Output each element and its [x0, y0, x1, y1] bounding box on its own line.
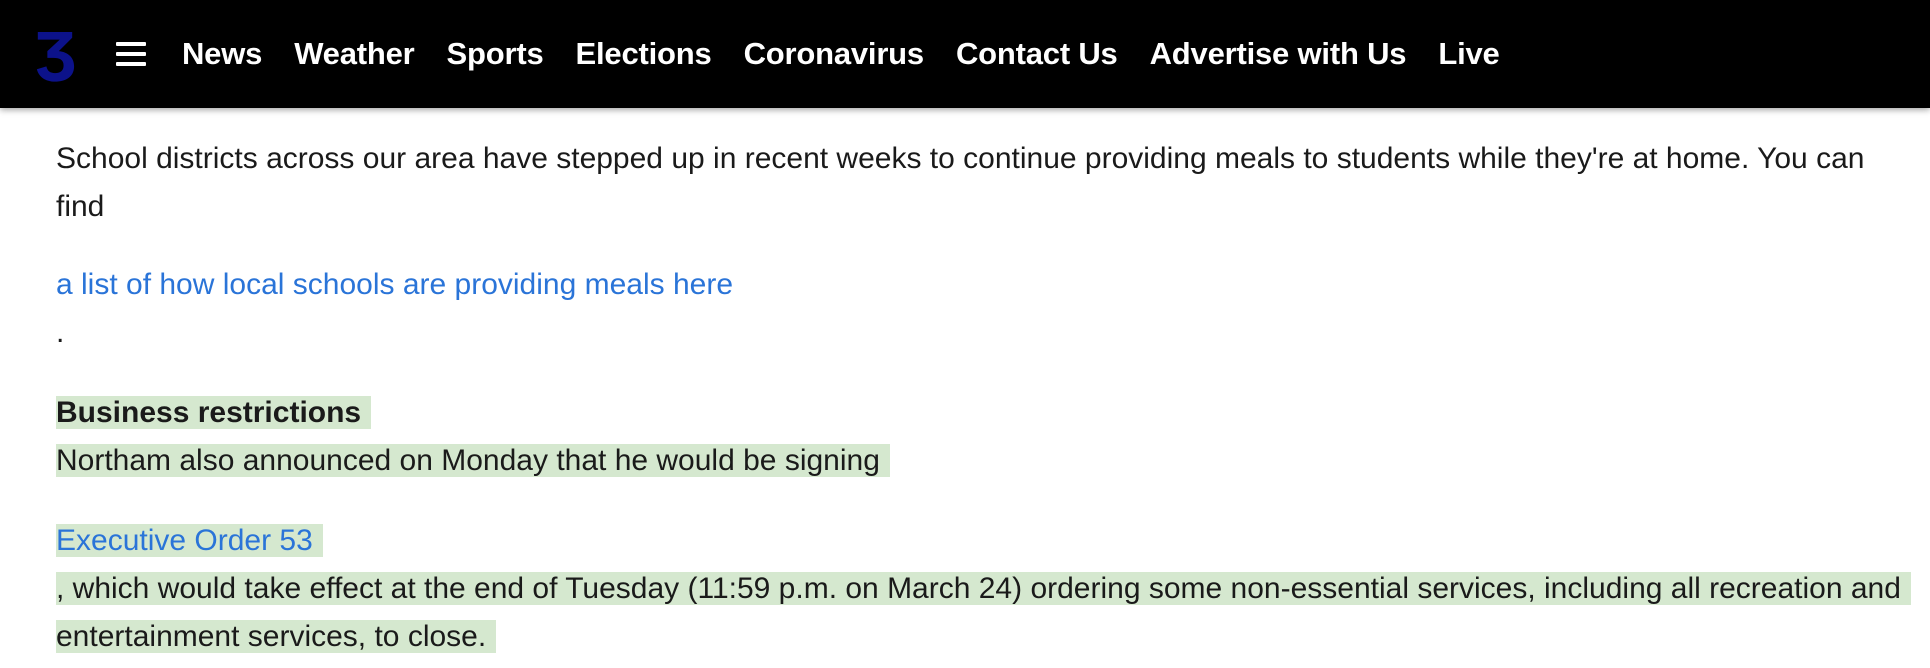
- school-meals-link[interactable]: a list of how local schools are providin…: [56, 268, 733, 301]
- nav-advertise[interactable]: Advertise with Us: [1150, 36, 1407, 72]
- business-restrictions-block: Business restrictions Northam also annou…: [56, 389, 1916, 485]
- meals-paragraph: School districts across our area have st…: [56, 142, 1865, 223]
- section-heading: Business restrictions: [56, 396, 372, 429]
- nav-news[interactable]: News: [182, 36, 262, 72]
- article-body: School districts across our area have st…: [56, 108, 1916, 661]
- station-logo[interactable]: [34, 24, 76, 84]
- channel-3-logo-icon: [36, 32, 75, 82]
- nav-live[interactable]: Live: [1438, 36, 1499, 72]
- meals-link-line: a list of how local schools are providin…: [56, 261, 1916, 309]
- nav-contact-us[interactable]: Contact Us: [956, 36, 1118, 72]
- executive-order-paragraph: , which would take effect at the end of …: [56, 572, 1911, 653]
- nav-sports[interactable]: Sports: [447, 36, 544, 72]
- northam-paragraph: Northam also announced on Monday that he…: [56, 444, 890, 477]
- nav-elections[interactable]: Elections: [576, 36, 712, 72]
- period-text: .: [56, 316, 65, 349]
- executive-order-block: Executive Order 53 , which would take ef…: [56, 517, 1916, 661]
- main-nav: News Weather Sports Elections Coronaviru…: [182, 0, 1532, 108]
- hamburger-menu-icon[interactable]: [116, 39, 146, 69]
- nav-weather[interactable]: Weather: [294, 36, 415, 72]
- top-navigation-bar: News Weather Sports Elections Coronaviru…: [0, 0, 1930, 108]
- nav-coronavirus[interactable]: Coronavirus: [744, 36, 925, 72]
- executive-order-link[interactable]: Executive Order 53: [56, 524, 313, 557]
